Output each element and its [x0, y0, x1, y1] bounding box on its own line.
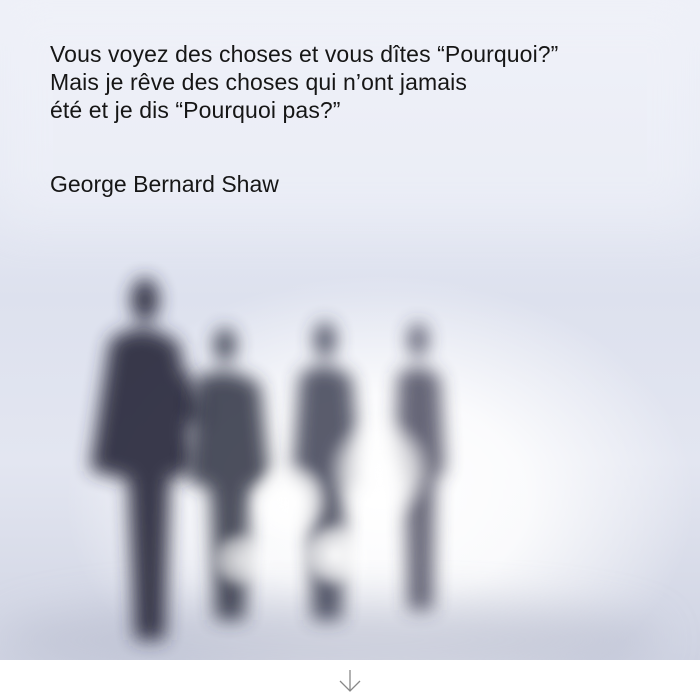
quote-line: été et je dis “Pourquoi pas?”: [50, 97, 341, 123]
arrow-down-icon[interactable]: [336, 668, 364, 694]
quote-line: Vous voyez des choses et vous dîtes “Pou…: [50, 41, 559, 67]
quote-author: George Bernard Shaw: [50, 171, 279, 197]
quote-text: Vous voyez des choses et vous dîtes “Pou…: [50, 40, 670, 124]
quote-line: Mais je rêve des choses qui n’ont jamais: [50, 69, 467, 95]
